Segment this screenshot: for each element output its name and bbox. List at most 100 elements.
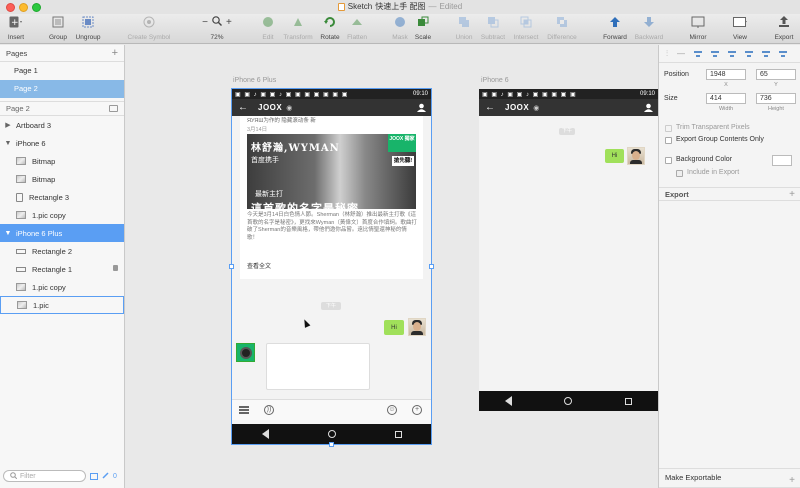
align-right-icon[interactable] [728,50,736,58]
nav-back-icon-6[interactable] [505,396,513,406]
page-item-2[interactable]: Page 2 [0,80,124,98]
mirror-button[interactable]: Mirror [681,16,715,41]
distribute-horizontal-icon[interactable]: ⫶ [666,49,668,59]
user-icon[interactable] [417,103,426,112]
page-item-1[interactable]: Page 1 [0,62,124,80]
add-page-button[interactable]: + [112,47,118,59]
artboard-label-iphone6[interactable]: iPhone 6 [481,77,509,84]
distribute-vertical-icon[interactable]: — [677,49,685,58]
close-window-button[interactable] [6,3,15,12]
layer-row[interactable]: Rectangle 2 [0,242,124,260]
resize-handle-bottom[interactable] [329,442,334,447]
zoom-in-button[interactable]: + [226,17,232,28]
width-field[interactable]: 414 [706,93,746,104]
layer-row[interactable]: 1.pic copy [0,206,124,224]
scale-button[interactable]: Scale [406,16,440,41]
article-card[interactable]: ЯУЯШ为作的 隐藏滚动条 新 3月14日 林舒瀚,WYMAN 首度携手 最新主… [240,116,423,279]
emoji-icon[interactable]: ☺ [387,405,397,415]
make-exportable-row[interactable]: Make Exportable + [659,468,800,488]
y-position-field[interactable]: 65 [756,69,796,80]
back-arrow-icon-6[interactable]: ← [485,102,495,113]
view-icon [733,16,747,28]
back-arrow-icon[interactable]: ← [238,102,248,113]
subtract-button[interactable]: Subtract [476,16,510,41]
transform-button[interactable]: Transform [281,16,315,41]
resize-handle-right[interactable] [429,264,434,269]
align-bottom-icon[interactable] [779,50,787,58]
align-center-icon[interactable] [711,50,719,58]
user-avatar[interactable] [408,318,426,336]
intersect-button[interactable]: Intersect [509,16,543,41]
background-color-swatch[interactable] [772,155,792,166]
layer-row[interactable]: 1.pic [0,296,124,314]
align-left-icon[interactable] [694,50,702,58]
layer-row[interactable]: ▼ iPhone 6 [0,134,124,152]
view-button[interactable]: View [723,16,757,41]
speaker-icon: ◉ [286,104,293,112]
canvas[interactable]: iPhone 6 Plus ▣ ▣ ♪ ▣ ▣ ♪ ▣ ▣ ▣ ▣ ▣ ▣ ▣ … [126,45,658,488]
background-color-label: Background Color [676,156,733,163]
export-group-contents-checkbox[interactable] [665,137,672,144]
zoom-out-button[interactable]: − [202,17,208,28]
page-filter-icon[interactable] [90,473,98,480]
artboard-label-iphone6plus[interactable]: iPhone 6 Plus [233,77,276,84]
align-middle-icon[interactable] [762,50,770,58]
zoom-control[interactable]: − + 72% [199,16,235,41]
group-button[interactable]: Group [41,16,75,41]
nav-recents-icon[interactable] [394,430,402,438]
read-more-link[interactable]: 查看全文 [247,261,271,270]
add-icon[interactable]: + [412,405,422,415]
disclosure-closed-icon[interactable]: ▶ [3,121,13,129]
nav-back-icon[interactable] [261,429,269,439]
collapse-icon[interactable] [109,105,118,112]
nav-recents-icon-6[interactable] [624,397,632,405]
pages-header: Pages + [0,45,124,62]
layer-row[interactable]: Bitmap [0,152,124,170]
lock-icon[interactable] [113,265,118,271]
layer-row[interactable]: Rectangle 1 [0,260,124,278]
make-exportable-plus[interactable]: + [789,472,795,488]
export-button[interactable]: Export [767,16,800,41]
trim-transparent-checkbox[interactable] [665,125,672,132]
user-icon-6[interactable] [644,103,653,112]
background-color-checkbox[interactable] [665,157,672,164]
edit-button[interactable]: Edit [251,16,285,41]
disclosure-open-icon[interactable]: ▼ [3,230,13,237]
group-label: Group [48,34,68,41]
insert-button[interactable]: + Insert [0,16,33,41]
joox-bot-avatar[interactable] [236,343,255,362]
layer-row[interactable]: 1.pic copy [0,278,124,296]
add-export-button[interactable]: + [789,188,795,201]
current-page-label: Page 2 [6,104,30,113]
minimize-window-button[interactable] [19,3,28,12]
artboard-iphone6plus[interactable]: ▣ ▣ ♪ ▣ ▣ ♪ ▣ ▣ ▣ ▣ ▣ ▣ ▣ 09:10 ← JOOX ◉… [232,89,431,444]
flatten-button[interactable]: Flatten [340,16,374,41]
nav-home-icon[interactable] [327,430,336,438]
layer-row[interactable]: Rectangle 3 [0,188,124,206]
layer-row[interactable]: ▼ iPhone 6 Plus [0,224,124,242]
layer-row[interactable]: ▶ Artboard 3 [0,116,124,134]
maximize-window-button[interactable] [32,3,41,12]
resize-handle-left[interactable] [229,264,234,269]
x-position-field[interactable]: 1948 [706,69,746,80]
slice-filter-icon[interactable] [102,472,109,481]
status-bar: ▣ ▣ ♪ ▣ ▣ ♪ ▣ ▣ ▣ ▣ ▣ ▣ ▣ 09:10 [232,89,431,99]
filter-input[interactable]: Filter [3,470,86,482]
create-symbol-button[interactable]: Create Symbol [128,16,171,41]
position-label: Position [664,71,689,78]
nav-home-icon-6[interactable] [564,397,573,405]
user-avatar-6[interactable] [627,147,645,165]
bot-reply-bubble [266,343,370,390]
voice-icon[interactable]: )) [264,405,274,415]
height-field[interactable]: 736 [756,93,796,104]
artboard-iphone6[interactable]: ▣ ▣ ♪ ▣ ▣ ♪ ▣ ▣ ▣ ▣ ▣ 09:10 ← JOOX ◉ 下午 … [479,89,658,411]
disclosure-open-icon[interactable]: ▼ [3,140,13,147]
layer-row[interactable]: Bitmap [0,170,124,188]
difference-button[interactable]: Difference [545,16,579,41]
align-top-icon[interactable] [745,50,753,58]
menu-icon[interactable] [239,406,249,414]
include-in-export-checkbox[interactable] [676,170,683,177]
forward-button[interactable]: Forward [598,16,632,41]
ungroup-button[interactable]: Ungroup [71,16,105,41]
backward-button[interactable]: Backward [632,16,666,41]
